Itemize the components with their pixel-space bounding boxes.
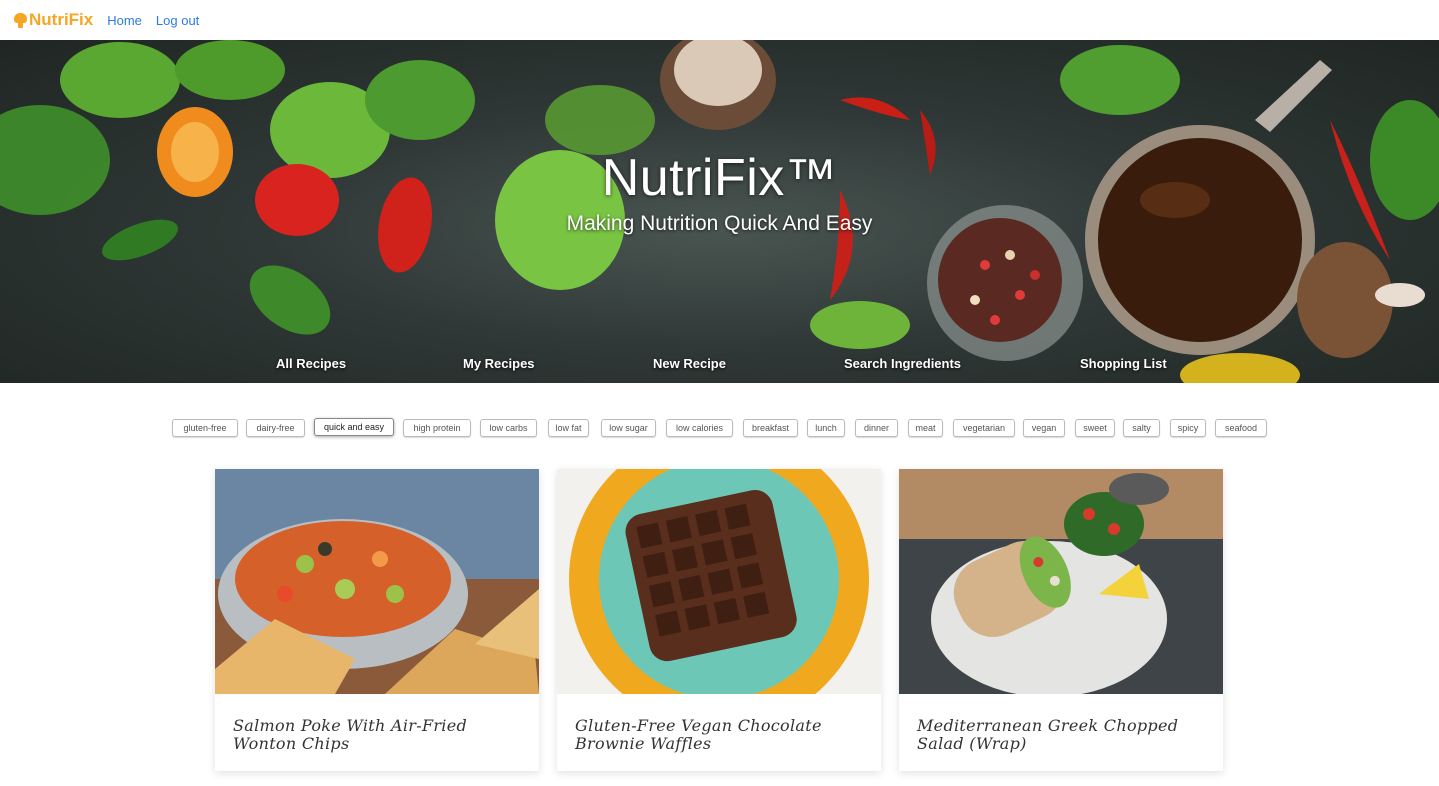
nav-home-link[interactable]: Home	[107, 13, 142, 28]
tag-button[interactable]: dairy-free	[246, 419, 305, 437]
tag-button[interactable]: spicy	[1170, 419, 1206, 437]
menu-new-recipe[interactable]: New Recipe	[653, 356, 726, 371]
recipe-card[interactable]: Salmon Poke With Air-Fried Wonton Chips	[215, 469, 539, 771]
tag-button[interactable]: vegetarian	[953, 419, 1015, 437]
menu-search-ingredients[interactable]: Search Ingredients	[844, 356, 961, 371]
recipe-card[interactable]: Mediterranean Greek Chopped Salad (Wrap)	[899, 469, 1223, 771]
recipe-title[interactable]: Mediterranean Greek Chopped Salad (Wrap)	[917, 717, 1207, 753]
nav-logout-link[interactable]: Log out	[156, 13, 199, 28]
tag-button[interactable]: dinner	[855, 419, 898, 437]
chef-hat-icon	[14, 12, 27, 28]
tag-button[interactable]: high protein	[403, 419, 471, 437]
hero-title: NutriFix™	[601, 149, 838, 207]
recipe-image	[899, 469, 1223, 694]
recipe-image	[215, 469, 539, 694]
tag-button-selected[interactable]: quick and easy	[314, 418, 394, 436]
tag-button[interactable]: low calories	[666, 419, 733, 437]
hero-banner: NutriFix™ Making Nutrition Quick And Eas…	[0, 40, 1439, 383]
tag-filter-bar: gluten-free dairy-free quick and easy hi…	[172, 418, 1272, 439]
tag-button[interactable]: low carbs	[480, 419, 537, 437]
brand-logo[interactable]: NutriFix	[14, 10, 93, 30]
tag-button[interactable]: lunch	[807, 419, 845, 437]
tag-button[interactable]: vegan	[1023, 419, 1065, 437]
menu-shopping-list[interactable]: Shopping List	[1080, 356, 1167, 371]
top-navbar: NutriFix Home Log out	[0, 0, 1439, 40]
tag-button[interactable]: low sugar	[601, 419, 656, 437]
hero-menu: All Recipes My Recipes New Recipe Search…	[0, 356, 1439, 374]
tag-button[interactable]: seafood	[1215, 419, 1267, 437]
recipe-image	[557, 469, 881, 694]
recipe-card[interactable]: Gluten-Free Vegan Chocolate Brownie Waff…	[557, 469, 881, 771]
tag-button[interactable]: sweet	[1075, 419, 1115, 437]
menu-my-recipes[interactable]: My Recipes	[463, 356, 535, 371]
brand-name: NutriFix	[29, 10, 94, 29]
tag-button[interactable]: breakfast	[743, 419, 798, 437]
hero-subtitle: Making Nutrition Quick And Easy	[566, 212, 873, 235]
menu-all-recipes[interactable]: All Recipes	[276, 356, 346, 371]
tag-button[interactable]: salty	[1123, 419, 1160, 437]
recipe-title[interactable]: Salmon Poke With Air-Fried Wonton Chips	[233, 717, 523, 753]
tag-button[interactable]: meat	[908, 419, 943, 437]
recipe-title[interactable]: Gluten-Free Vegan Chocolate Brownie Waff…	[575, 717, 865, 753]
tag-button[interactable]: gluten-free	[172, 419, 238, 437]
tag-button[interactable]: low fat	[548, 419, 589, 437]
